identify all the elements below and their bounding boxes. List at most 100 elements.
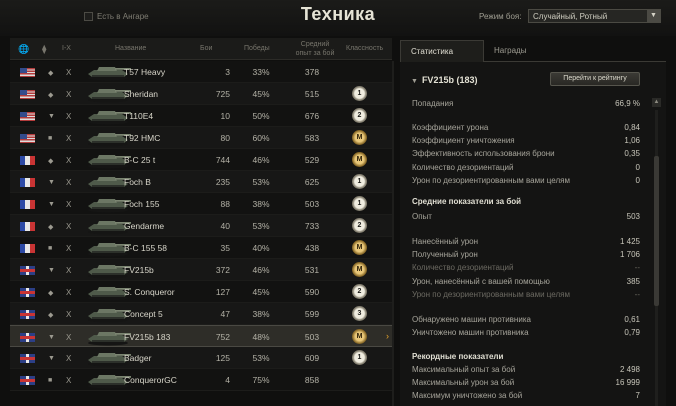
battles-value: 127	[215, 287, 230, 297]
stat-label: Эффективность использования брони	[412, 149, 555, 159]
tier-label: X	[66, 222, 72, 231]
vehicle-name: FV215b	[124, 265, 154, 275]
tab-awards[interactable]: Награды	[484, 40, 536, 62]
fr-flag-icon	[20, 200, 35, 209]
xp-header[interactable]: Средний опыт за бой	[292, 40, 338, 58]
table-row[interactable]: ◆ X T57 Heavy 3 33% 378	[10, 61, 392, 83]
tier-label: X	[66, 244, 72, 253]
scroll-up-icon[interactable]: ▲	[652, 98, 661, 107]
collapse-icon[interactable]: ▼	[411, 78, 418, 85]
vehicle-name: Sheridan	[124, 89, 159, 99]
battles-value: 372	[215, 265, 230, 275]
table-row[interactable]: ▼ X Foch B 235 53% 625 1	[10, 171, 392, 193]
table-row[interactable]: ◆ X Sheridan 725 45% 515 1	[10, 83, 392, 105]
mastery-header[interactable]: Классность	[346, 45, 383, 52]
tier-label: X	[66, 376, 72, 385]
scroll-thumb[interactable]	[654, 156, 659, 306]
stat-value: 1,06	[624, 136, 640, 146]
gb-flag-icon	[20, 288, 35, 297]
wins-value: 45%	[252, 89, 270, 99]
panel-scrollbar[interactable]: ▲	[652, 98, 661, 406]
tier-label: X	[66, 288, 72, 297]
stat-value: 7	[635, 391, 640, 401]
stat-row: Максимальный опыт за бой 2 498	[412, 365, 640, 374]
avg-xp-value: 583	[304, 133, 320, 143]
stat-row: Урон, нанесённый с вашей помощью 385	[412, 277, 640, 286]
tab-statistics[interactable]: Статистика	[400, 40, 484, 62]
stat-label: Максимальный урон за бой	[412, 378, 515, 388]
in-hangar-label[interactable]: Есть в Ангаре	[97, 12, 149, 21]
list-scrollbar[interactable]	[392, 61, 394, 406]
table-row[interactable]: ▼ X Badger 125 53% 609 1	[10, 347, 392, 369]
table-row[interactable]: ▼ X FV215b 372 46% 531 M	[10, 259, 392, 281]
vehicle-class-icon: ■	[48, 377, 53, 384]
battles-value: 88	[220, 199, 230, 209]
gb-flag-icon	[20, 266, 35, 275]
stat-value: 2 498	[619, 365, 640, 374]
battles-value: 744	[215, 155, 230, 165]
tier-header[interactable]: I-X	[62, 45, 71, 52]
chevron-down-icon[interactable]: ▼	[647, 10, 660, 22]
table-row[interactable]: ■ X ConquerorGC 4 75% 858	[10, 369, 392, 391]
vehicle-heading[interactable]: ▼ FV215b (183)	[411, 75, 477, 85]
tier-label: X	[66, 310, 72, 319]
avg-xp-value: 503	[304, 199, 320, 209]
vehicle-class-icon: ▼	[48, 113, 55, 120]
battles-header[interactable]: Бои	[200, 45, 212, 52]
stat-label: Коэффициент уничтожения	[412, 136, 515, 146]
vehicle-class-icon: ■	[48, 135, 53, 142]
vehicle-class-icon: ◆	[48, 158, 54, 165]
table-row[interactable]: ▼ X Foch 155 88 38% 503 1	[10, 193, 392, 215]
vehicle-class-icon: ◆	[48, 312, 54, 319]
vehicle-class-icon[interactable]: ⧫	[42, 44, 46, 55]
wins-value: 38%	[252, 309, 270, 319]
table-row[interactable]: ◆ X B-C 25 t 744 46% 529 M	[10, 149, 392, 171]
avg-section-title: Средние показатели за бой	[412, 197, 522, 206]
stat-row: Максимальный урон за бой 16 999	[412, 378, 640, 387]
vehicle-class-icon: ▼	[48, 334, 55, 341]
us-flag-icon	[20, 90, 35, 99]
tier-label: X	[66, 333, 72, 342]
stat-row: Урон по дезориентированным вами целям --	[412, 290, 640, 299]
stat-value: 0,35	[624, 149, 640, 159]
stat-label: Максимальный опыт за бой	[412, 365, 516, 374]
globe-icon[interactable]: 🌐	[18, 44, 29, 55]
stat-value: --	[634, 263, 640, 273]
stat-row: Коэффициент урона 0,84	[412, 123, 640, 132]
table-row[interactable]: ▼ X T110E4 10 50% 676 2	[10, 105, 392, 127]
us-flag-icon	[20, 68, 35, 77]
in-hangar-checkbox[interactable]	[84, 12, 93, 21]
vehicle-class-icon: ◆	[48, 70, 54, 77]
name-header[interactable]: Название	[115, 45, 146, 52]
tier-label: X	[66, 266, 72, 275]
mastery-badge-icon: 1	[352, 196, 367, 211]
go-to-rating-button[interactable]: Перейти к рейтингу	[550, 72, 640, 86]
avg-xp-value: 609	[304, 353, 320, 363]
table-row[interactable]: ◆ X Gendarme 40 53% 733 2	[10, 215, 392, 237]
battle-mode-dropdown[interactable]: Случайный, Ротный ▼	[528, 9, 661, 23]
table-row[interactable]: ■ X T92 HMC 80 60% 583 M	[10, 127, 392, 149]
stat-label: Урон по дезориентированным вами целям	[412, 289, 570, 299]
stat-row: Полученный урон 1 706	[412, 250, 640, 259]
stat-value: 0,61	[624, 315, 640, 324]
table-row[interactable]: ▼ X FV215b 183 752 48% 503 M ›	[10, 325, 392, 347]
mastery-badge-icon: M	[352, 262, 367, 277]
wins-header[interactable]: Победы	[244, 45, 270, 52]
wins-value: 46%	[252, 155, 270, 165]
vehicle-name: Gendarme	[124, 221, 165, 231]
wins-value: 75%	[252, 375, 270, 385]
table-row[interactable]: ◆ X S. Conqueror 127 45% 590 2	[10, 281, 392, 303]
vehicle-name: S. Conqueror	[124, 287, 175, 297]
stat-row: Обнаружено машин противника 0,61	[412, 315, 640, 324]
vehicle-list: ◆ X T57 Heavy 3 33% 378 ◆ X Sheridan 725 45% 515 1 ▼ X…	[10, 61, 392, 406]
wins-value: 40%	[252, 243, 270, 253]
battle-mode-label: Режим боя:	[479, 12, 522, 21]
mastery-badge-icon: M	[352, 130, 367, 145]
stat-label: Коэффициент урона	[412, 123, 489, 132]
table-row[interactable]: ■ X B-C 155 58 35 40% 438 M	[10, 237, 392, 259]
mastery-badge-icon: 2	[352, 108, 367, 123]
table-row[interactable]: ◆ X Concept 5 47 38% 599 3	[10, 303, 392, 325]
records-section-title: Рекордные показатели	[412, 352, 504, 361]
us-flag-icon	[20, 112, 35, 121]
tier-label: X	[66, 156, 72, 165]
